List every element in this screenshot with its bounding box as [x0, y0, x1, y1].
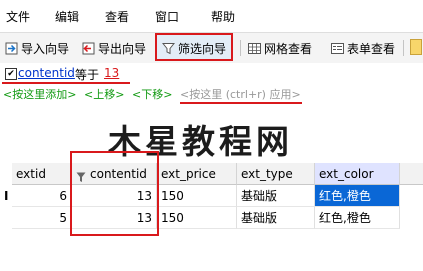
menu-edit[interactable]: 编辑 — [55, 8, 79, 25]
column-header-ext-type[interactable]: ext_type — [237, 163, 315, 185]
menu-file[interactable]: 文件 — [6, 8, 30, 25]
cell-ext-price[interactable]: 150 — [157, 207, 237, 229]
cell-ext-color-selected[interactable]: 红色,橙色 — [315, 185, 400, 207]
grid-view-button[interactable]: 网格查看 — [248, 38, 312, 58]
toolbar: 导入向导 导出向导 筛选向导 网格查看 表单查看 — [0, 32, 423, 64]
note-icon[interactable] — [410, 39, 422, 55]
cell-ext-type[interactable]: 基础版 — [237, 207, 315, 229]
cell-ext-price[interactable]: 150 — [157, 185, 237, 207]
column-header-filler — [400, 163, 423, 185]
cell-ext-color[interactable]: 红色,橙色 — [315, 207, 400, 229]
add-condition-link[interactable]: <按这里添加> — [3, 86, 76, 102]
import-wizard-label: 导入向导 — [21, 41, 70, 56]
form-view-label: 表单查看 — [347, 41, 396, 56]
toolbar-separator — [240, 40, 241, 56]
filter-field-link[interactable]: contentid — [18, 66, 75, 80]
current-row-marker: I — [4, 189, 9, 203]
form-view-button[interactable]: 表单查看 — [331, 38, 395, 58]
column-header-extid[interactable]: extid — [12, 163, 72, 185]
import-icon — [5, 42, 18, 55]
grid-view-label: 网格查看 — [264, 41, 313, 56]
menu-help[interactable]: 帮助 — [211, 8, 235, 25]
import-wizard-button[interactable]: 导入向导 — [5, 38, 69, 58]
filter-condition-underline — [2, 82, 130, 84]
filter-operator[interactable]: 等于 — [75, 66, 99, 83]
form-icon — [331, 42, 344, 55]
grid-icon — [248, 42, 261, 55]
column-header-ext-price[interactable]: ext_price — [157, 163, 237, 185]
menu-window[interactable]: 窗口 — [155, 8, 179, 25]
menu-view[interactable]: 查看 — [105, 8, 129, 25]
filter-checkbox[interactable]: ✔ — [5, 68, 17, 80]
export-icon — [82, 42, 95, 55]
filter-value[interactable]: 13 — [104, 66, 119, 80]
cell-extid[interactable]: 6 — [12, 185, 72, 207]
export-wizard-label: 导出向导 — [98, 41, 147, 56]
export-wizard-button[interactable]: 导出向导 — [82, 38, 146, 58]
cell-ext-type[interactable]: 基础版 — [237, 185, 315, 207]
apply-filter-link[interactable]: <按这里 (ctrl+r) 应用> — [180, 86, 301, 102]
apply-underline — [180, 102, 302, 104]
toolbar-separator-2 — [403, 40, 404, 56]
funnel-icon — [161, 42, 176, 55]
column-header-ext-color[interactable]: ext_color — [315, 163, 400, 185]
move-up-link[interactable]: <上移> — [84, 86, 124, 102]
cell-extid[interactable]: 5 — [12, 207, 72, 229]
filter-wizard-button[interactable]: 筛选向导 — [161, 38, 227, 58]
filter-wizard-label: 筛选向导 — [178, 41, 227, 56]
contentid-column-highlight — [70, 151, 159, 236]
move-down-link[interactable]: <下移> — [132, 86, 172, 102]
